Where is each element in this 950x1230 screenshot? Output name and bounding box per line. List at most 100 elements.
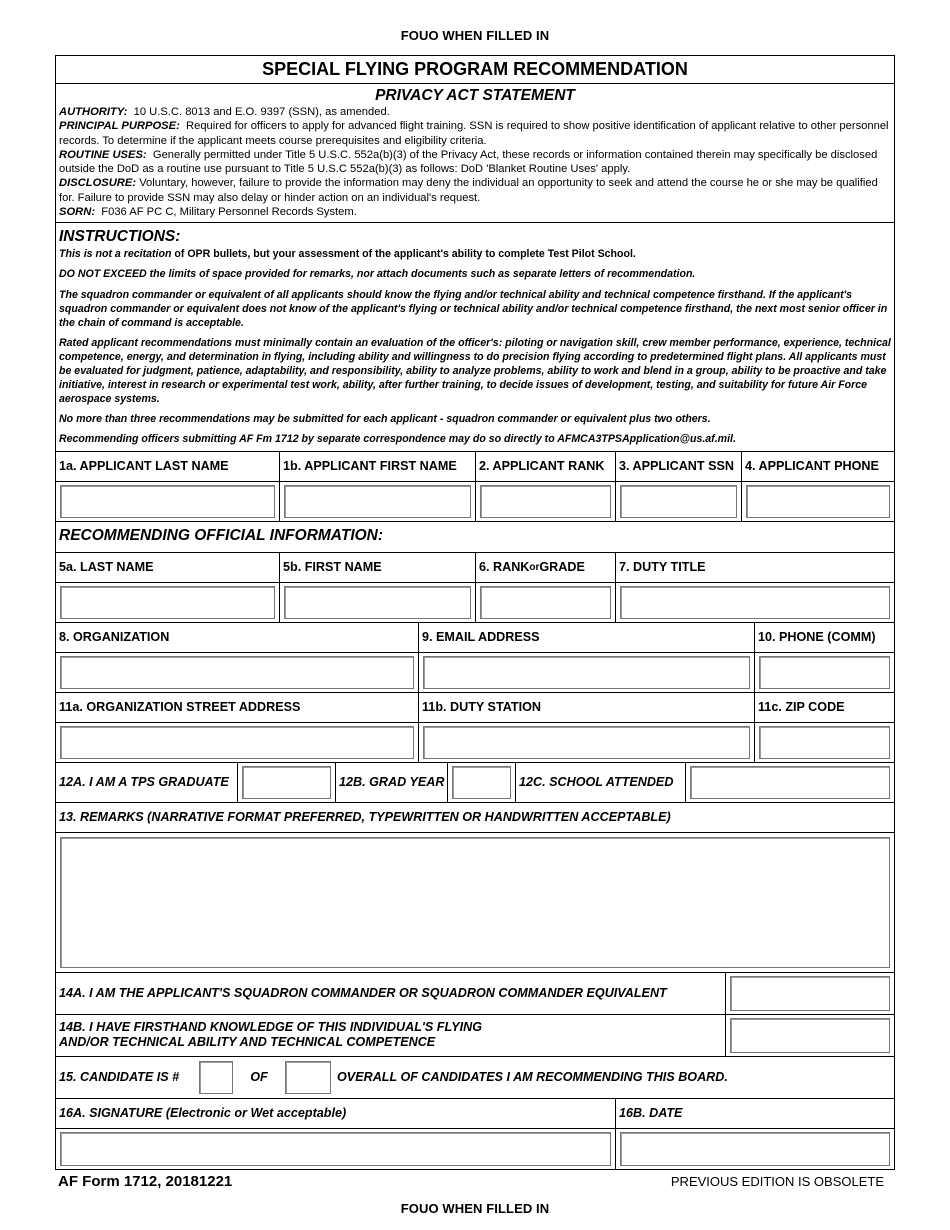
organization-cell bbox=[56, 652, 419, 692]
commander-row: 14A. I AM THE APPLICANT'S SQUADRON COMMA… bbox=[56, 972, 894, 1015]
knowledge-label-line-2: AND/OR TECHNICAL ABILITY AND TECHNICAL C… bbox=[59, 1035, 436, 1049]
email-field[interactable] bbox=[423, 655, 750, 689]
official-labels-row-3: 11a. ORGANIZATION STREET ADDRESS 11b. DU… bbox=[56, 692, 894, 723]
instructions-section: INSTRUCTIONS: This is not a recitation o… bbox=[56, 223, 894, 452]
remarks-textarea[interactable] bbox=[60, 836, 890, 968]
official-rank-label: 6. RANK or GRADE bbox=[476, 552, 616, 582]
privacy-title: PRIVACY ACT STATEMENT bbox=[375, 87, 575, 104]
official-last-name-label: 5a. LAST NAME bbox=[56, 552, 280, 582]
organization-label: 8. ORGANIZATION bbox=[56, 622, 419, 652]
knowledge-label-line-1: 14B. I HAVE FIRSTHAND KNOWLEDGE OF THIS … bbox=[59, 1020, 483, 1034]
privacy-sorn: SORN: F036 AF PC C, Military Personnel R… bbox=[59, 205, 891, 219]
official-phone-field[interactable] bbox=[759, 655, 890, 689]
tps-graduate-cell bbox=[238, 762, 336, 802]
commander-field[interactable] bbox=[730, 975, 890, 1011]
remarks-cell bbox=[56, 833, 894, 973]
routine-text: Generally permitted under Title 5 U.S.C.… bbox=[59, 148, 878, 176]
candidate-rank-label: 15. CANDIDATE IS # bbox=[59, 1070, 180, 1084]
knowledge-field[interactable] bbox=[730, 1017, 890, 1053]
disclosure-text: Voluntary, however, failure to provide t… bbox=[59, 177, 878, 204]
applicant-ssn-label: 3. APPLICANT SSN bbox=[616, 451, 742, 481]
candidate-total-cell bbox=[285, 1057, 331, 1098]
instruction-1b: of OPR bullets, but your assessment of t… bbox=[174, 248, 636, 261]
applicant-phone-label: 4. APPLICANT PHONE bbox=[745, 459, 879, 473]
date-cell bbox=[616, 1129, 894, 1169]
zip-code-field[interactable] bbox=[759, 725, 890, 759]
applicant-first-name-field[interactable] bbox=[284, 484, 471, 518]
candidate-number-field[interactable] bbox=[199, 1060, 233, 1094]
applicant-rank-field[interactable] bbox=[480, 484, 611, 518]
duty-station-cell bbox=[419, 722, 755, 762]
sorn-label: SORN: bbox=[59, 206, 96, 219]
official-phone-label: 10. PHONE (COMM) bbox=[758, 630, 876, 644]
commander-label: 14A. I AM THE APPLICANT'S SQUADRON COMMA… bbox=[56, 972, 726, 1014]
official-last-name-field[interactable] bbox=[60, 585, 275, 619]
applicant-phone-cell bbox=[742, 482, 894, 521]
classification-marking-bottom: FOUO WHEN FILLED IN bbox=[400, 1201, 550, 1216]
ranking-row: 15. CANDIDATE IS # OF OVERALL OF CANDIDA… bbox=[56, 1057, 894, 1099]
instruction-3: The squadron commander or equivalent of … bbox=[59, 288, 888, 329]
applicant-first-name-cell bbox=[280, 481, 476, 521]
official-first-name-field[interactable] bbox=[284, 585, 471, 619]
instruction-1: This is not a recitation of OPR bullets,… bbox=[59, 247, 891, 261]
official-phone-cell bbox=[755, 653, 894, 692]
grad-year-field[interactable] bbox=[452, 765, 511, 799]
date-field[interactable] bbox=[620, 1131, 890, 1166]
instruction-2: DO NOT EXCEED the limits of space provid… bbox=[59, 268, 696, 281]
signature-cell bbox=[56, 1128, 616, 1169]
signature-label: 16A. SIGNATURE (Electronic or Wet accept… bbox=[56, 1098, 616, 1128]
official-rank-field[interactable] bbox=[480, 585, 611, 619]
email-label: 9. EMAIL ADDRESS bbox=[419, 622, 755, 652]
official-first-name-cell bbox=[280, 582, 476, 622]
applicant-ssn-field[interactable] bbox=[620, 484, 737, 518]
applicant-last-name-cell bbox=[56, 481, 280, 521]
street-address-label: 11a. ORGANIZATION STREET ADDRESS bbox=[56, 692, 419, 722]
purpose-label: PRINCIPAL PURPOSE: bbox=[59, 120, 180, 133]
form-container: SPECIAL FLYING PROGRAM RECOMMENDATION PR… bbox=[55, 55, 895, 1170]
rank-label-part: 6. RANK bbox=[479, 560, 530, 574]
official-last-name-cell bbox=[56, 582, 280, 622]
grad-year-label: 12B. GRAD YEAR bbox=[336, 762, 448, 802]
organization-field[interactable] bbox=[60, 655, 414, 689]
knowledge-row: 14B. I HAVE FIRSTHAND KNOWLEDGE OF THIS … bbox=[56, 1014, 894, 1057]
remarks-label: 13. REMARKS (NARRATIVE FORMAT PREFERRED,… bbox=[59, 810, 671, 824]
sorn-text: F036 AF PC C, Military Personnel Records… bbox=[101, 206, 357, 219]
school-attended-cell bbox=[686, 763, 894, 802]
school-attended-field[interactable] bbox=[690, 765, 890, 799]
instruction-6: Recommending officers submitting AF Fm 1… bbox=[59, 433, 736, 446]
knowledge-label: 14B. I HAVE FIRSTHAND KNOWLEDGE OF THIS … bbox=[56, 1014, 726, 1056]
applicant-last-name-label: 1a. APPLICANT LAST NAME bbox=[56, 451, 280, 481]
duty-station-field[interactable] bbox=[423, 725, 750, 759]
official-first-name-label: 5b. FIRST NAME bbox=[280, 552, 476, 582]
official-labels-row-1: 5a. LAST NAME 5b. FIRST NAME 6. RANK or … bbox=[56, 552, 894, 583]
applicant-phone-field[interactable] bbox=[746, 484, 890, 518]
instruction-4: Rated applicant recommendations must min… bbox=[59, 336, 891, 406]
official-inputs-row-3 bbox=[56, 722, 894, 763]
classification-marking-top: FOUO WHEN FILLED IN bbox=[400, 28, 550, 43]
signature-field[interactable] bbox=[60, 1131, 611, 1166]
applicant-last-name-field[interactable] bbox=[60, 484, 275, 518]
candidate-overall-label: OVERALL OF CANDIDATES I AM RECOMMENDING … bbox=[337, 1070, 728, 1084]
form-identifier: AF Form 1712, 20181221 bbox=[58, 1173, 233, 1190]
duty-station-label: 11b. DUTY STATION bbox=[419, 692, 755, 722]
grade-label-part: GRADE bbox=[539, 560, 585, 574]
zip-code-label: 11c. ZIP CODE bbox=[758, 700, 845, 714]
recommending-official-heading: RECOMMENDING OFFICIAL INFORMATION: bbox=[56, 522, 894, 553]
signature-inputs-row bbox=[56, 1128, 894, 1169]
candidate-number-cell bbox=[199, 1057, 233, 1098]
form-title: SPECIAL FLYING PROGRAM RECOMMENDATION bbox=[56, 56, 894, 84]
street-address-field[interactable] bbox=[60, 725, 414, 759]
official-inputs-row-2 bbox=[56, 652, 894, 693]
edition-note: PREVIOUS EDITION IS OBSOLETE bbox=[670, 1174, 884, 1189]
applicant-first-name-label: 1b. APPLICANT FIRST NAME bbox=[280, 451, 476, 481]
tps-graduate-label: 12A. I AM A TPS GRADUATE bbox=[56, 762, 238, 802]
tps-graduate-field[interactable] bbox=[242, 765, 331, 799]
candidate-of-label: OF bbox=[250, 1070, 268, 1084]
privacy-routine-uses: ROUTINE USES: Generally permitted under … bbox=[59, 148, 891, 177]
applicant-labels-row: 1a. APPLICANT LAST NAME 1b. APPLICANT FI… bbox=[56, 451, 894, 482]
privacy-authority: AUTHORITY: 10 U.S.C. 8013 and E.O. 9397 … bbox=[59, 105, 891, 119]
official-duty-title-field[interactable] bbox=[620, 585, 890, 619]
candidate-total-field[interactable] bbox=[285, 1060, 331, 1094]
signature-labels-row: 16A. SIGNATURE (Electronic or Wet accept… bbox=[56, 1098, 894, 1129]
purpose-text: Required for officers to apply for advan… bbox=[59, 120, 889, 147]
